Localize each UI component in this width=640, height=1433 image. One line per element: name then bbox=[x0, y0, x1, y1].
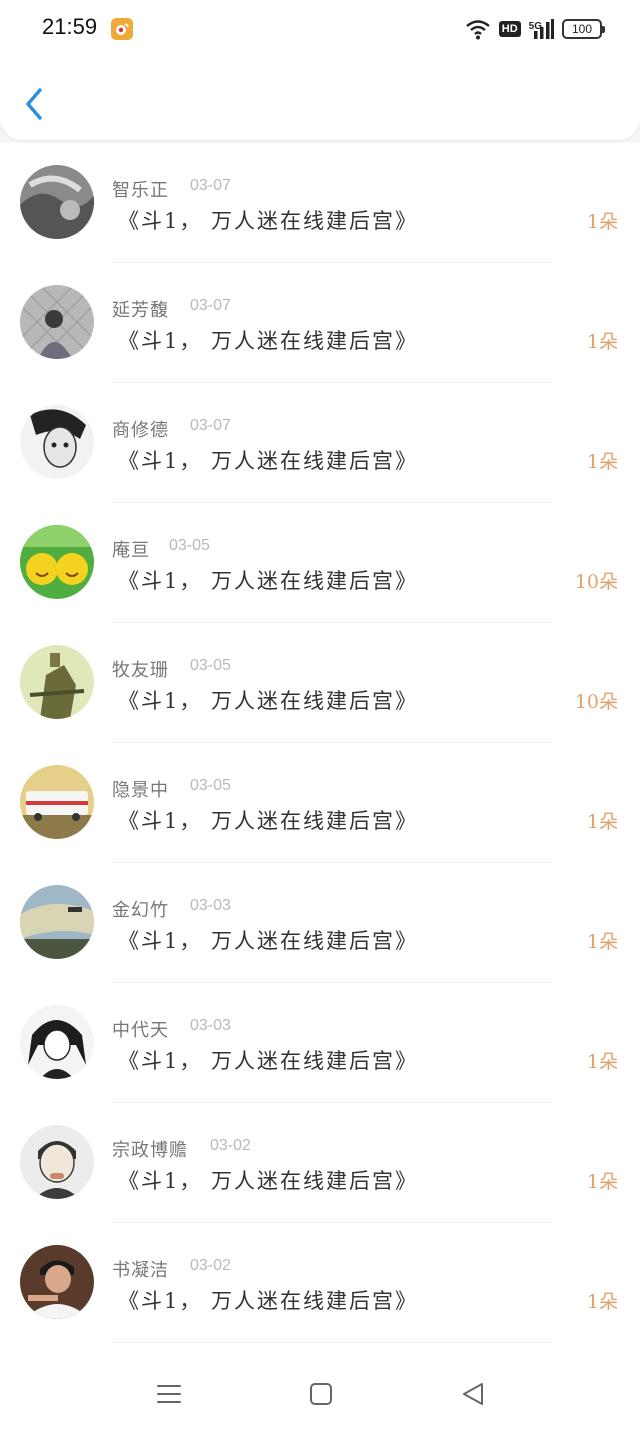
status-time: 21:59 bbox=[42, 14, 98, 39]
hd-badge: HD bbox=[498, 21, 521, 37]
book-title: 《斗1， 万人迷在线建后宫》 bbox=[118, 1169, 419, 1193]
avatar bbox=[20, 525, 94, 599]
home-square-icon bbox=[310, 1383, 332, 1405]
status-bar: 21:59 HD 5G 100 bbox=[0, 0, 640, 58]
send-date: 03-07 bbox=[190, 417, 231, 434]
send-date: 03-05 bbox=[190, 657, 231, 674]
book-title: 《斗1， 万人迷在线建后宫》 bbox=[118, 209, 419, 233]
flower-amount: 10朵 bbox=[574, 571, 618, 593]
flower-amount: 1朵 bbox=[586, 1051, 618, 1073]
avatar bbox=[20, 645, 94, 719]
send-date: 03-02 bbox=[210, 1137, 251, 1154]
avatar bbox=[20, 1125, 94, 1199]
back-button[interactable] bbox=[20, 86, 50, 122]
book-title: 《斗1， 万人迷在线建后宫》 bbox=[118, 929, 419, 953]
book-title: 《斗1， 万人迷在线建后宫》 bbox=[118, 1049, 419, 1073]
list-item[interactable]: 庵亘 03-05 《斗1， 万人迷在线建后宫》 10朵 bbox=[0, 503, 640, 623]
menu-icon bbox=[157, 1385, 181, 1403]
send-date: 03-05 bbox=[190, 777, 231, 794]
system-icons: HD 5G 100 bbox=[465, 16, 605, 42]
system-back-button[interactable] bbox=[458, 1379, 488, 1409]
list-item[interactable]: 商修德 03-07 《斗1， 万人迷在线建后宫》 1朵 bbox=[0, 383, 640, 503]
system-navigation-bar bbox=[0, 1353, 640, 1433]
avatar bbox=[20, 285, 94, 359]
sender-name: 隐景中 bbox=[112, 780, 169, 801]
list-item[interactable]: 智乐正 03-07 《斗1， 万人迷在线建后宫》 1朵 bbox=[0, 143, 640, 263]
sender-name: 延芳馥 bbox=[112, 300, 169, 321]
book-title: 《斗1， 万人迷在线建后宫》 bbox=[118, 809, 419, 833]
book-title: 《斗1， 万人迷在线建后宫》 bbox=[118, 329, 419, 353]
list-item[interactable]: 中代天 03-03 《斗1， 万人迷在线建后宫》 1朵 bbox=[0, 983, 640, 1103]
send-date: 03-07 bbox=[190, 177, 231, 194]
flower-amount: 1朵 bbox=[586, 1291, 618, 1313]
sender-name: 庵亘 bbox=[112, 540, 150, 561]
sender-name: 商修德 bbox=[112, 420, 169, 441]
avatar bbox=[20, 1005, 94, 1079]
flower-amount: 1朵 bbox=[586, 931, 618, 953]
send-date: 03-02 bbox=[190, 1257, 231, 1274]
sender-name: 智乐正 bbox=[112, 180, 169, 201]
send-date: 03-03 bbox=[190, 897, 231, 914]
flower-amount: 1朵 bbox=[586, 1171, 618, 1193]
avatar bbox=[20, 885, 94, 959]
book-title: 《斗1， 万人迷在线建后宫》 bbox=[118, 569, 419, 593]
list-item[interactable]: 书凝洁 03-02 《斗1， 万人迷在线建后宫》 1朵 bbox=[0, 1223, 640, 1343]
divider bbox=[112, 1342, 552, 1343]
sender-name: 宗政博赡 bbox=[112, 1140, 188, 1161]
send-date: 03-05 bbox=[169, 537, 210, 554]
sender-name: 书凝洁 bbox=[112, 1260, 169, 1281]
flower-amount: 1朵 bbox=[586, 211, 618, 233]
avatar bbox=[20, 165, 94, 239]
wifi-icon bbox=[466, 20, 490, 40]
avatar bbox=[20, 765, 94, 839]
header: 21:59 HD 5G 100 bbox=[0, 0, 640, 140]
flower-amount: 1朵 bbox=[586, 451, 618, 473]
send-date: 03-07 bbox=[190, 297, 231, 314]
chevron-left-icon bbox=[26, 88, 42, 120]
book-title: 《斗1， 万人迷在线建后宫》 bbox=[118, 689, 419, 713]
list-item[interactable]: 金幻竹 03-03 《斗1， 万人迷在线建后宫》 1朵 bbox=[0, 863, 640, 983]
cellular-signal: 5G bbox=[529, 19, 554, 39]
flower-amount: 10朵 bbox=[574, 691, 618, 713]
weibo-notification-icon bbox=[111, 18, 133, 40]
gift-record-list: 智乐正 03-07 《斗1， 万人迷在线建后宫》 1朵 延芳馥 03-07 《斗… bbox=[0, 143, 640, 1353]
avatar bbox=[20, 1245, 94, 1319]
book-title: 《斗1， 万人迷在线建后宫》 bbox=[118, 449, 419, 473]
send-date: 03-03 bbox=[190, 1017, 231, 1034]
sender-name: 金幻竹 bbox=[112, 900, 169, 921]
list-item[interactable]: 宗政博赡 03-02 《斗1， 万人迷在线建后宫》 1朵 bbox=[0, 1103, 640, 1223]
sender-name: 牧友珊 bbox=[112, 660, 169, 681]
list-item[interactable]: 延芳馥 03-07 《斗1， 万人迷在线建后宫》 1朵 bbox=[0, 263, 640, 383]
book-title: 《斗1， 万人迷在线建后宫》 bbox=[118, 1289, 419, 1313]
network-type: 5G bbox=[528, 21, 542, 32]
flower-amount: 1朵 bbox=[586, 811, 618, 833]
list-item[interactable]: 牧友珊 03-05 《斗1， 万人迷在线建后宫》 10朵 bbox=[0, 623, 640, 743]
battery-indicator: 100 bbox=[562, 19, 605, 39]
sender-name: 中代天 bbox=[112, 1020, 169, 1041]
triangle-back-icon bbox=[463, 1383, 483, 1405]
menu-button[interactable] bbox=[154, 1379, 184, 1409]
list-item[interactable]: 隐景中 03-05 《斗1， 万人迷在线建后宫》 1朵 bbox=[0, 743, 640, 863]
flower-amount: 1朵 bbox=[586, 331, 618, 353]
home-button[interactable] bbox=[306, 1379, 336, 1409]
avatar bbox=[20, 405, 94, 479]
